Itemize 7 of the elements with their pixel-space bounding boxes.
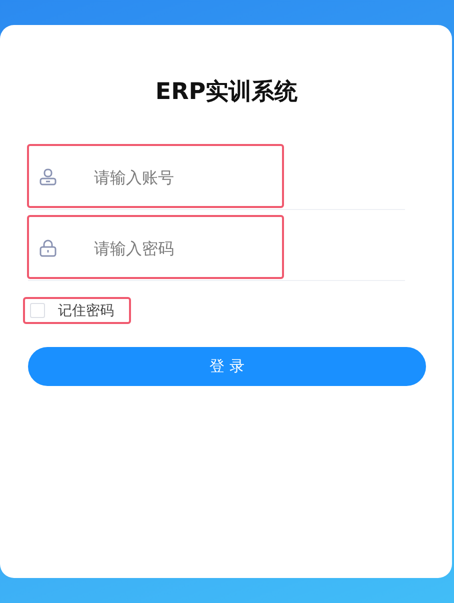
lock-icon xyxy=(39,239,57,257)
remember-label[interactable]: 记住密码 xyxy=(58,302,114,320)
input-field[interactable]: 请输入账号 xyxy=(92,166,346,188)
app-title: ERP实训系统 xyxy=(154,78,299,107)
checkbox[interactable] xyxy=(30,303,45,318)
user-icon xyxy=(39,168,57,186)
input-field[interactable]: 请输入密码 xyxy=(92,238,346,258)
